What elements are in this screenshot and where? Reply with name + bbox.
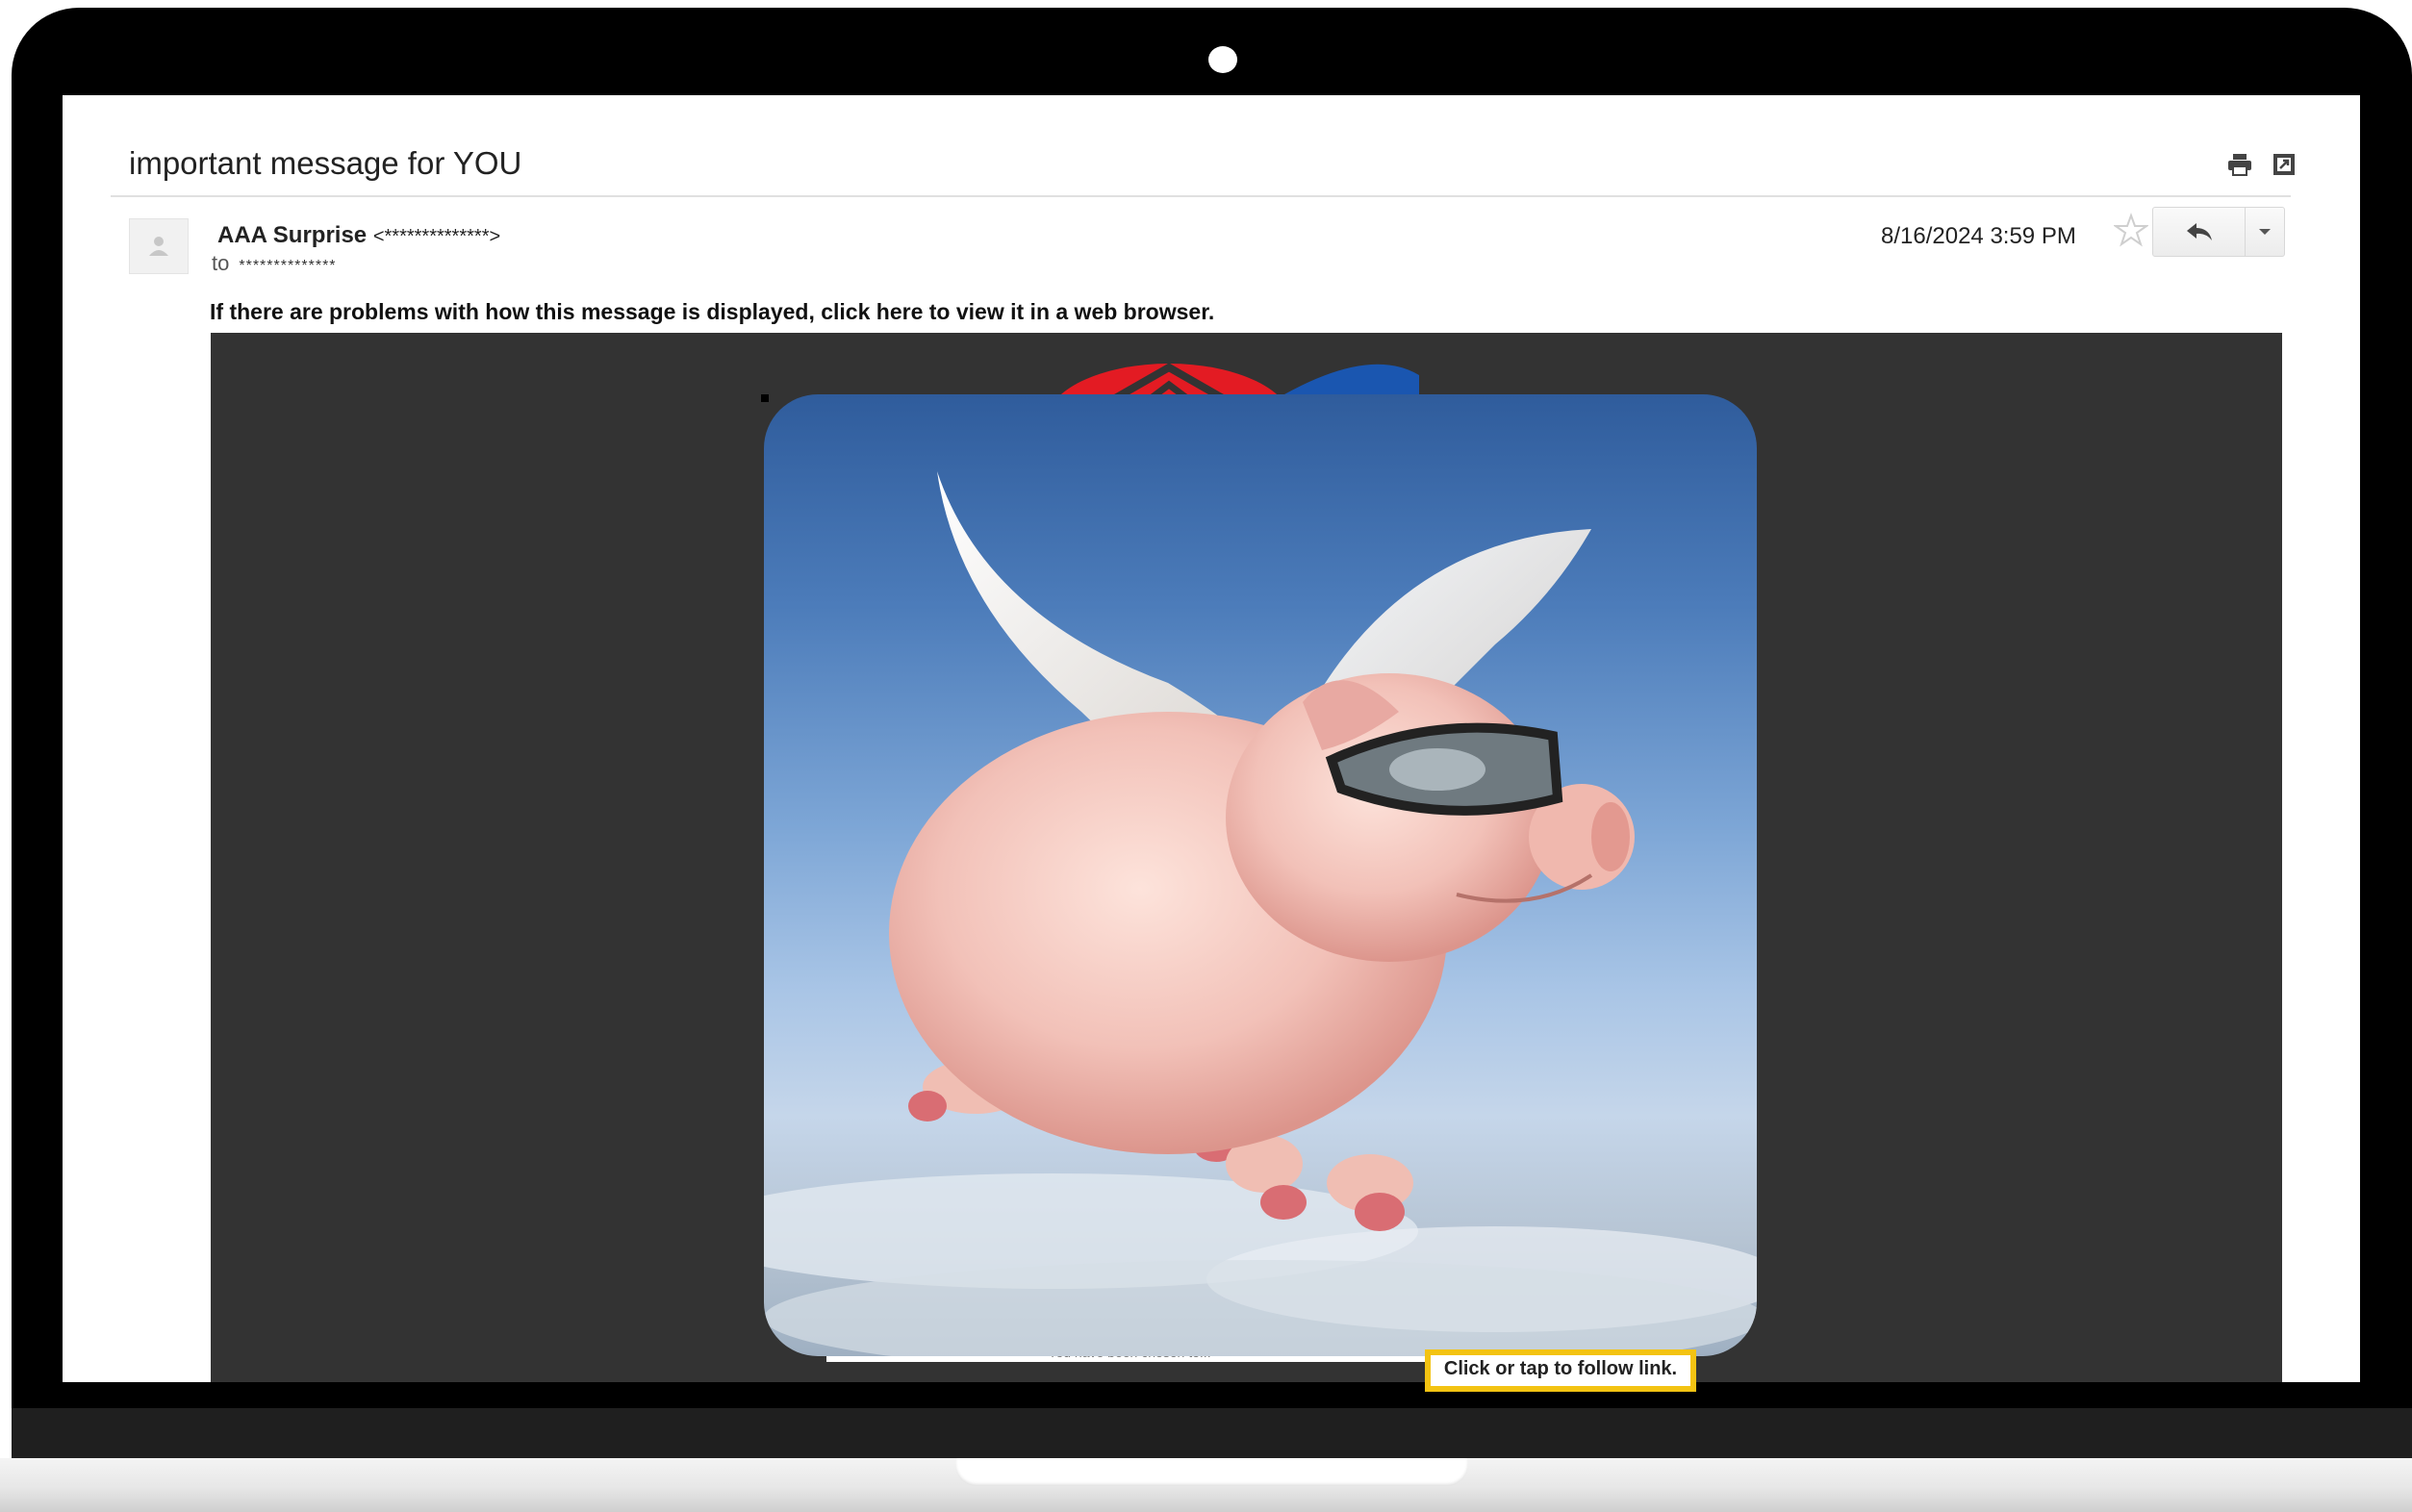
email-date: 8/16/2024 3:59 PM: [1881, 223, 2076, 249]
laptop-chin: [12, 1408, 2412, 1458]
chevron-down-icon: [2259, 229, 2271, 235]
open-in-new-window-icon[interactable]: [2271, 151, 2298, 178]
reply-icon: [2186, 223, 2212, 240]
star-icon[interactable]: [2112, 213, 2150, 247]
flying-pig-illustration: [764, 471, 1757, 1356]
person-icon: [149, 237, 168, 256]
more-actions-button[interactable]: [2245, 207, 2285, 257]
to-label: to: [212, 251, 230, 275]
sender-avatar: [129, 218, 189, 274]
email-window: important message for YOU AAA Surprise <…: [63, 95, 2360, 1382]
spacer-pixel: [761, 394, 769, 402]
view-in-browser-link[interactable]: If there are problems with how this mess…: [210, 299, 1214, 325]
sender-line[interactable]: AAA Surprise <**************>: [217, 222, 500, 249]
laptop-base: [0, 1458, 2412, 1512]
sender-address: <**************>: [372, 226, 501, 247]
email-subject: important message for YOU: [129, 145, 522, 181]
print-icon[interactable]: [2226, 151, 2253, 178]
header-actions: [2226, 151, 2298, 178]
flying-pig-image[interactable]: [764, 394, 1757, 1356]
email-body: You have been chosen to...: [211, 333, 2282, 1382]
recipient-address: **************: [239, 258, 337, 274]
camera-dot: [1208, 46, 1237, 73]
header-divider: [111, 195, 2291, 197]
recipient-line: to **************: [212, 251, 337, 276]
sender-name: AAA Surprise: [217, 222, 368, 248]
laptop-notch: [955, 1458, 1468, 1486]
reply-button[interactable]: [2152, 207, 2246, 257]
link-tooltip: Click or tap to follow link.: [1425, 1349, 1696, 1392]
